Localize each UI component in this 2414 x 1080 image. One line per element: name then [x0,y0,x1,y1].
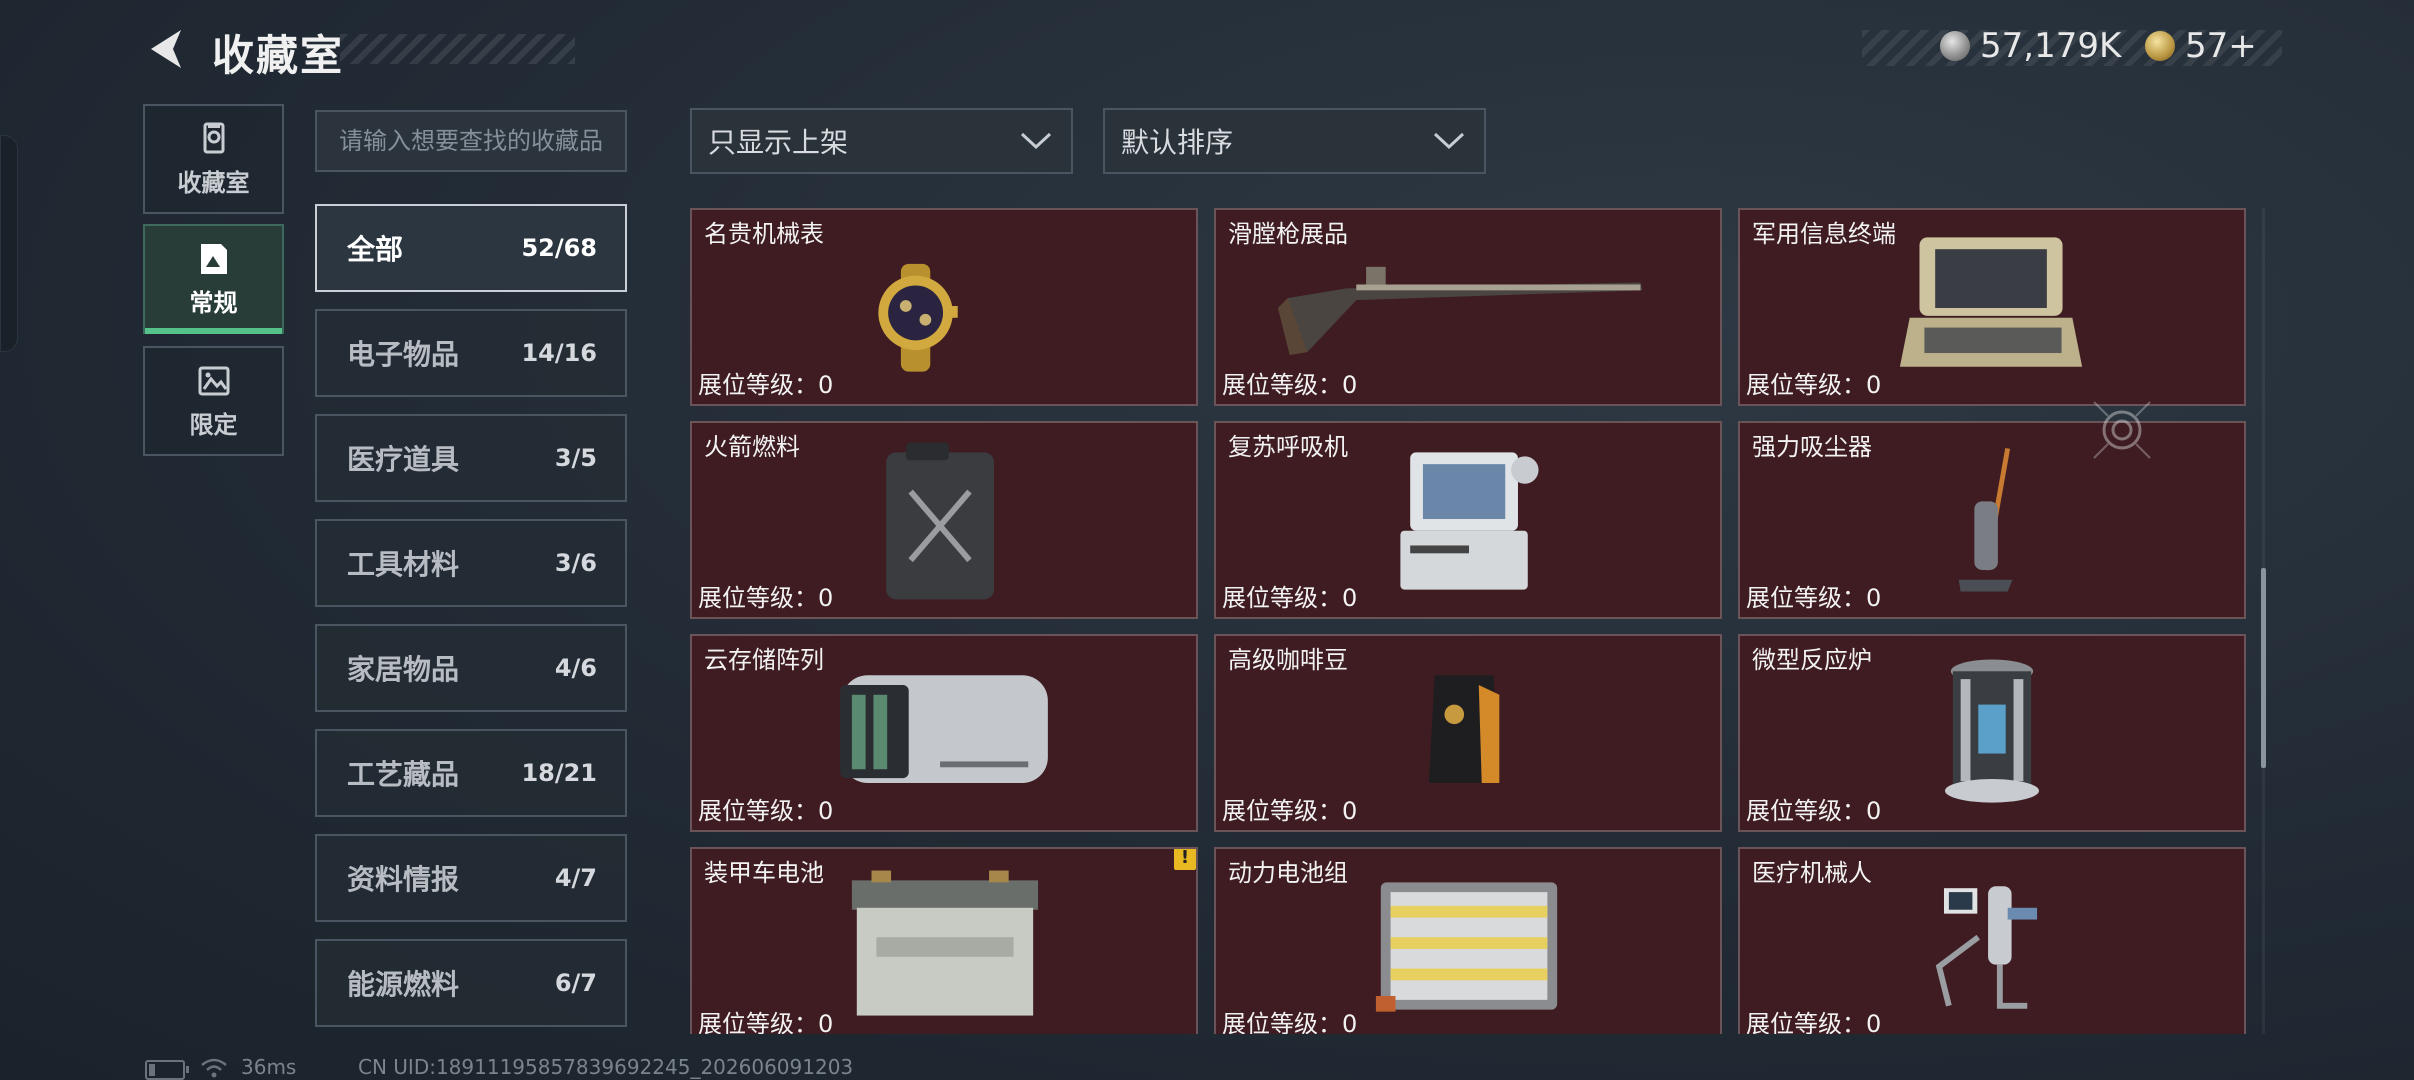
category-count: 4/6 [554,654,597,682]
page-title: 收藏室 [212,31,345,80]
gold-coin-icon [2145,31,2175,61]
item-card[interactable]: 高级咖啡豆 展位等级：0 [1214,634,1722,832]
category-name: 能源燃料 [347,968,460,1001]
silver-coin-icon [1940,31,1970,61]
item-card[interactable]: 装甲车电池 ! 展位等级：0 [690,847,1198,1034]
edge-pull-tab[interactable] [0,135,18,352]
item-name: 医疗机械人 [1752,859,1872,887]
category-count: 3/5 [554,444,597,472]
nav-label: 常规 [189,288,238,317]
item-card[interactable]: 微型反应炉 展位等级：0 [1738,634,2246,832]
item-level: 展位等级：0 [1746,797,1882,825]
nav-label: 限定 [189,410,238,439]
category-electronics[interactable]: 电子物品 14/16 [315,309,627,397]
item-card[interactable]: 医疗机械人 展位等级：0 [1738,847,2246,1034]
category-tools[interactable]: 工具材料 3/6 [315,519,627,607]
grid-scrollbar-thumb[interactable] [2261,568,2266,768]
item-name: 动力电池组 [1228,859,1348,887]
silver-currency-value: 57,179K [1980,26,2122,66]
item-level: 展位等级：0 [1222,371,1358,399]
category-intel[interactable]: 资料情报 4/7 [315,834,627,922]
item-name: 军用信息终端 [1752,220,1896,248]
nav-limited[interactable]: 限定 [143,346,284,456]
category-household[interactable]: 家居物品 4/6 [315,624,627,712]
category-count: 52/68 [521,234,597,262]
item-card[interactable]: 动力电池组 展位等级：0 [1214,847,1722,1034]
chevron-down-icon [1020,132,1052,150]
item-level: 展位等级：0 [1222,797,1358,825]
silver-currency[interactable]: 57,179K [1940,26,2121,66]
nav-regular[interactable]: 常规 [143,224,284,334]
item-level: 展位等级：0 [698,584,834,612]
category-all[interactable]: 全部 52/68 [315,204,627,292]
category-crafts[interactable]: 工艺藏品 18/21 [315,729,627,817]
item-level: 展位等级：0 [1746,1010,1882,1034]
item-level: 展位等级：0 [1222,584,1358,612]
item-level: 展位等级：0 [1222,1010,1358,1034]
collection-grid[interactable]: 名贵机械表 展位等级：0 滑膛枪展品 展位等级：0 军用信息终端 展位等级：0 … [690,208,2250,1034]
item-name: 复苏呼吸机 [1228,433,1348,461]
regular-doc-icon [200,243,227,274]
nav-collection-room[interactable]: 收藏室 [143,104,284,214]
sort-dropdown[interactable]: 默认排序 [1103,108,1486,174]
wifi-icon [201,1058,227,1078]
item-card[interactable]: 火箭燃料 展位等级：0 [690,421,1198,619]
item-name: 强力吸尘器 [1752,433,1872,461]
item-card[interactable]: 名贵机械表 展位等级：0 [690,208,1198,406]
item-card[interactable]: 滑膛枪展品 展位等级：0 [1214,208,1722,406]
item-name: 装甲车电池 [704,859,824,887]
item-name: 云存储阵列 [704,646,824,674]
back-arrow-icon [151,30,181,68]
item-level: 展位等级：0 [698,797,834,825]
nav-label: 收藏室 [177,168,250,197]
item-name: 火箭燃料 [704,433,800,461]
item-card[interactable]: 强力吸尘器 展位等级：0 [1738,421,2246,619]
item-level: 展位等级：0 [1746,371,1882,399]
category-name: 电子物品 [347,338,460,371]
category-energy[interactable]: 能源燃料 6/7 [315,939,627,1027]
crosshair-icon [2093,401,2151,459]
item-name: 滑膛枪展品 [1228,220,1348,248]
active-indicator [145,328,282,334]
category-name: 资料情报 [347,863,460,896]
ping-value: 36ms [241,1055,297,1079]
back-button[interactable] [143,26,188,72]
display-filter-value: 只显示上架 [708,126,849,159]
category-name: 工具材料 [347,548,460,581]
item-level: 展位等级：0 [698,1010,834,1034]
category-name: 全部 [347,233,404,266]
warning-badge-icon: ! [1174,849,1196,870]
item-name: 名贵机械表 [704,220,824,248]
category-count: 14/16 [521,339,597,367]
item-card[interactable]: 军用信息终端 展位等级：0 [1738,208,2246,406]
category-medical[interactable]: 医疗道具 3/5 [315,414,627,502]
category-name: 医疗道具 [347,443,460,476]
category-count: 3/6 [554,549,597,577]
item-card[interactable]: 复苏呼吸机 展位等级：0 [1214,421,1722,619]
item-name: 微型反应炉 [1752,646,1872,674]
display-filter-dropdown[interactable]: 只显示上架 [690,108,1073,174]
category-count: 6/7 [554,969,597,997]
search-input[interactable] [315,110,627,172]
category-count: 4/7 [554,864,597,892]
category-count: 18/21 [521,759,597,787]
sort-value: 默认排序 [1121,126,1234,159]
category-name: 工艺藏品 [347,758,460,791]
limited-image-icon [198,366,229,395]
item-name: 高级咖啡豆 [1228,646,1348,674]
gold-currency[interactable]: 57+ [2145,26,2257,66]
battery-icon [145,1060,189,1080]
item-card[interactable]: 云存储阵列 展位等级：0 [690,634,1198,832]
item-level: 展位等级：0 [1746,584,1882,612]
user-uid: CN UID:18911195857839692245_202606091203 [358,1055,854,1079]
collection-room-icon [203,122,224,153]
chevron-down-icon [1433,132,1465,150]
category-name: 家居物品 [347,653,460,686]
gold-currency-value: 57+ [2185,26,2257,66]
item-level: 展位等级：0 [698,371,834,399]
title-decoration [340,34,575,64]
